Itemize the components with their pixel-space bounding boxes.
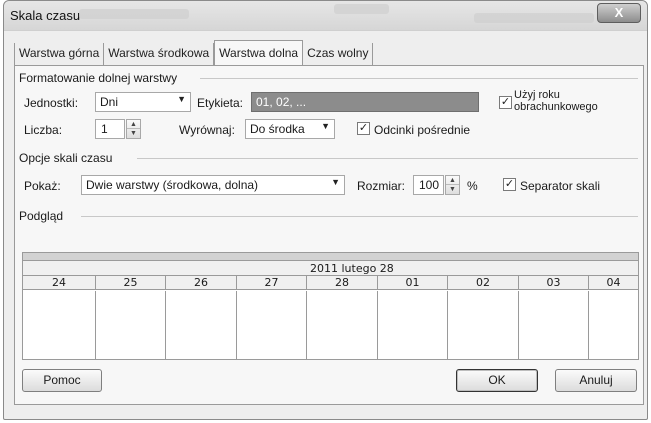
- background-blur: [334, 4, 389, 14]
- grid-line: [377, 291, 378, 360]
- fiscal-year-checkbox[interactable]: ✓: [499, 96, 512, 109]
- size-input[interactable]: 100: [413, 175, 444, 195]
- tab-bar: Warstwa górna Warstwa środkowa Warstwa d…: [14, 40, 374, 65]
- label-dropdown[interactable]: 01, 02, ... ▼: [251, 92, 479, 112]
- separator-checkbox[interactable]: ✓: [503, 178, 516, 191]
- spin-up-icon[interactable]: ▲: [127, 120, 140, 129]
- day-cell: 01: [378, 276, 448, 290]
- section-divider: [137, 158, 638, 159]
- title-bar[interactable]: Skala czasu X: [4, 1, 647, 31]
- preview-top-tier: [23, 253, 638, 261]
- preview-bottom-tier: 24 25 26 27 28 01 02 03 04: [23, 276, 638, 290]
- units-value: Dni: [100, 95, 119, 109]
- timescale-dialog: Skala czasu X Warstwa górna Warstwa środ…: [3, 0, 648, 420]
- checkmark-icon: ✓: [504, 178, 515, 190]
- grid-line: [588, 291, 589, 360]
- fiscal-year-label-line1: Użyj roku: [514, 89, 560, 101]
- spin-down-icon[interactable]: ▼: [446, 185, 459, 194]
- size-spinner[interactable]: ▲ ▼: [445, 175, 460, 195]
- size-unit: %: [467, 179, 478, 193]
- day-cell: 02: [448, 276, 519, 290]
- ok-button-label: OK: [488, 373, 506, 387]
- ok-button[interactable]: OK: [456, 369, 538, 392]
- align-label: Wyrównaj:: [179, 123, 235, 137]
- section-title-options: Opcje skali czasu: [19, 151, 113, 165]
- help-button-label: Pomoc: [43, 373, 81, 387]
- day-cell: 27: [237, 276, 307, 290]
- grid-line: [518, 291, 519, 360]
- tab-panel: Formatowanie dolnej warstwy Jednostki: D…: [14, 65, 644, 405]
- label-label: Etykieta:: [197, 96, 244, 110]
- show-value: Dwie warstwy (środkowa, dolna): [86, 178, 259, 192]
- chevron-down-icon: ▼: [321, 121, 330, 131]
- count-label: Liczba:: [24, 123, 63, 137]
- fiscal-year-label-line2: obrachunkowego: [514, 101, 598, 113]
- tab-bottom-tier[interactable]: Warstwa dolna: [214, 40, 304, 65]
- close-button[interactable]: X: [597, 3, 641, 23]
- separator-label: Separator skali: [520, 179, 601, 193]
- dialog-title: Skala czasu: [10, 8, 81, 23]
- section-divider: [200, 78, 638, 79]
- tab-top-tier[interactable]: Warstwa górna: [14, 43, 105, 65]
- background-blur: [474, 13, 594, 23]
- grid-line: [95, 291, 96, 360]
- show-dropdown[interactable]: Dwie warstwy (środkowa, dolna) ▼: [81, 175, 345, 195]
- tick-lines-label: Odcinki pośrednie: [374, 123, 471, 137]
- spin-up-icon[interactable]: ▲: [446, 176, 459, 185]
- background-blur: [79, 9, 189, 19]
- grid-line: [306, 291, 307, 360]
- day-cell: 24: [23, 276, 96, 290]
- show-label: Pokaż:: [24, 179, 61, 193]
- middle-tier-label: 2011 lutego 28: [310, 262, 394, 275]
- day-cell: 03: [519, 276, 589, 290]
- grid-line: [165, 291, 166, 360]
- close-icon: X: [614, 5, 624, 20]
- count-spinner[interactable]: ▲ ▼: [126, 119, 141, 139]
- checkmark-icon: ✓: [500, 96, 511, 108]
- preview-middle-tier: 2011 lutego 28: [23, 261, 638, 276]
- day-cell: 04: [606, 276, 621, 289]
- grid-line: [236, 291, 237, 360]
- tab-middle-tier[interactable]: Warstwa środkowa: [104, 43, 215, 65]
- checkmark-icon: ✓: [358, 122, 369, 134]
- align-value: Do środka: [250, 122, 305, 136]
- units-dropdown[interactable]: Dni ▼: [95, 92, 191, 112]
- section-divider: [81, 216, 638, 217]
- day-cell: 28: [307, 276, 378, 290]
- chevron-down-icon: ▼: [177, 94, 186, 104]
- size-label: Rozmiar:: [357, 179, 406, 193]
- day-cell: 25: [96, 276, 166, 290]
- units-label: Jednostki:: [24, 96, 79, 110]
- fiscal-year-label: Użyj roku obrachunkowego: [514, 89, 598, 113]
- section-title-preview: Podgląd: [19, 209, 64, 223]
- label-value: 01, 02, ...: [256, 95, 307, 109]
- tab-nonworking-time[interactable]: Czas wolny: [303, 43, 374, 65]
- cancel-button-label: Anuluj: [579, 373, 613, 387]
- help-button[interactable]: Pomoc: [22, 369, 102, 392]
- spin-down-icon[interactable]: ▼: [127, 129, 140, 138]
- timescale-preview: 2011 lutego 28 24 25 26 27 28 01 02 03 0…: [22, 252, 639, 360]
- grid-line: [447, 291, 448, 360]
- align-dropdown[interactable]: Do środka ▼: [245, 119, 335, 139]
- tick-lines-checkbox[interactable]: ✓: [357, 122, 370, 135]
- count-input[interactable]: 1: [95, 119, 125, 139]
- cancel-button[interactable]: Anuluj: [555, 369, 637, 392]
- section-title-format: Formatowanie dolnej warstwy: [19, 71, 178, 85]
- chevron-down-icon: ▼: [331, 177, 340, 187]
- day-cell: 26: [166, 276, 237, 290]
